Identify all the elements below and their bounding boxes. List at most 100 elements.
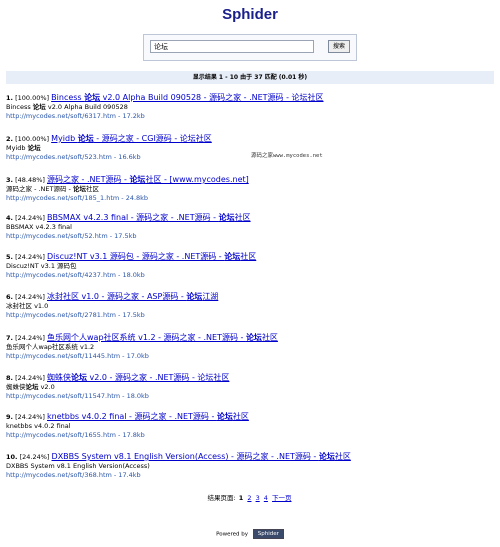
result-header: 1. [100.00%] Bincess 论坛 v2.0 Alpha Build… bbox=[6, 93, 494, 103]
result-item: 3. [48.48%] 源码之家 - .NET源码 - 论坛社区 - [www.… bbox=[6, 175, 494, 203]
result-number: 3. bbox=[6, 176, 13, 184]
result-title-text: DXBBS System v8.1 English Version(Access… bbox=[51, 452, 319, 461]
result-header: 10. [24.24%] DXBBS System v8.1 English V… bbox=[6, 452, 494, 462]
result-item: 6. [24.24%] 冰封社区 v1.0 - 源码之家 - ASP源码 - 论… bbox=[6, 292, 494, 320]
result-description: Myidb 论坛 bbox=[6, 144, 494, 153]
pagination-next-link[interactable]: 下一页 bbox=[272, 494, 292, 502]
pagination-page-2[interactable]: 2 bbox=[247, 494, 251, 502]
result-title-suffix: 社区 - [www.mycodes.net] bbox=[145, 175, 249, 184]
result-desc-text: Myidb bbox=[6, 144, 28, 152]
result-title-link[interactable]: knetbbs v4.0.2 final - 源码之家 - .NET源码 - 论… bbox=[47, 412, 249, 421]
result-description: Discuz!NT v3.1 源码包 bbox=[6, 262, 494, 271]
result-title-text: Myidb bbox=[51, 134, 78, 143]
result-description: 冰封社区 v1.0 bbox=[6, 302, 494, 311]
result-header: 8. [24.24%] 蜘蛛侠论坛 v2.0 - 源码之家 - .NET源码 -… bbox=[6, 373, 494, 383]
result-title-suffix: 江湖 bbox=[202, 292, 219, 301]
result-header: 7. [24.24%] 鱼乐网个人wap社区系统 v1.2 - 源码之家 - .… bbox=[6, 333, 494, 343]
result-number: 4. bbox=[6, 214, 13, 222]
result-url: http://mycodes.net/soft/368.htm - 17.4kb bbox=[6, 471, 141, 479]
result-title-link[interactable]: DXBBS System v8.1 English Version(Access… bbox=[52, 452, 351, 461]
pagination-label: 结果页面: bbox=[207, 494, 236, 502]
result-title-keyword: 论坛 bbox=[84, 93, 101, 102]
result-desc-text: 冰封社区 v1.0 bbox=[6, 302, 49, 310]
result-url: http://mycodes.net/soft/2781.htm - 17.5k… bbox=[6, 311, 145, 319]
result-title-keyword: 论坛 bbox=[129, 175, 146, 184]
result-title-link[interactable]: 源码之家 - .NET源码 - 论坛社区 - [www.mycodes.net] bbox=[47, 175, 249, 184]
result-description: knetbbs v4.0.2 final bbox=[6, 422, 494, 431]
result-item: 10. [24.24%] DXBBS System v8.1 English V… bbox=[6, 452, 494, 480]
result-item: 8. [24.24%] 蜘蛛侠论坛 v2.0 - 源码之家 - .NET源码 -… bbox=[6, 373, 494, 401]
result-item: 1. [100.00%] Bincess 论坛 v2.0 Alpha Build… bbox=[6, 93, 494, 121]
pagination-page-3[interactable]: 3 bbox=[256, 494, 260, 502]
result-title-suffix: 社区 bbox=[234, 213, 251, 222]
result-description: DXBBS System v8.1 English Version(Access… bbox=[6, 462, 494, 471]
search-form: 论坛 搜索 bbox=[143, 34, 357, 61]
result-number: 10. bbox=[6, 453, 18, 461]
footer: Powered by Sphider bbox=[0, 529, 500, 539]
result-title-link[interactable]: 冰封社区 v1.0 - 源码之家 - ASP源码 - 论坛江湖 bbox=[47, 292, 218, 301]
result-url: http://mycodes.net/soft/6317.htm - 17.2k… bbox=[6, 112, 145, 120]
result-title-text: Discuz!NT v3.1 源码包 - 源码之家 - .NET源码 - bbox=[47, 252, 225, 261]
result-item: 2. [100.00%] Myidb 论坛 - 源码之家 - CGI源码 - 论… bbox=[6, 134, 494, 162]
result-desc-text: BBSMAX v4.2.3 final bbox=[6, 223, 72, 231]
result-title-keyword: 论坛 bbox=[318, 452, 335, 461]
result-desc-keyword: 论坛 bbox=[27, 144, 41, 152]
sphider-logo[interactable]: Sphider bbox=[252, 529, 284, 539]
result-title-text: 蜘蛛侠 bbox=[47, 373, 72, 382]
result-title-text: Bincess bbox=[51, 93, 85, 102]
result-title-keyword: 论坛 bbox=[186, 292, 203, 301]
result-number: 5. bbox=[6, 253, 13, 261]
result-title-link[interactable]: 蜘蛛侠论坛 v2.0 - 源码之家 - .NET源码 - 论坛社区 bbox=[47, 373, 229, 382]
search-button[interactable]: 搜索 bbox=[328, 40, 350, 53]
result-description: 蜘蛛侠论坛 v2.0 bbox=[6, 383, 494, 392]
result-relevance: [100.00%] bbox=[15, 135, 50, 143]
result-relevance: [24.24%] bbox=[15, 253, 45, 261]
result-title-link[interactable]: BBSMAX v4.2.3 final - 源码之家 - .NET源码 - 论坛… bbox=[47, 213, 251, 222]
result-number: 7. bbox=[6, 334, 13, 342]
result-desc-suffix: v2.0 bbox=[38, 383, 55, 391]
result-header: 6. [24.24%] 冰封社区 v1.0 - 源码之家 - ASP源码 - 论… bbox=[6, 292, 494, 302]
result-number: 9. bbox=[6, 413, 13, 421]
result-relevance: [24.24%] bbox=[15, 334, 45, 342]
result-desc-text: knetbbs v4.0.2 final bbox=[6, 422, 71, 430]
result-title-suffix: 社区 bbox=[240, 252, 257, 261]
result-desc-suffix: v2.0 Alpha Build 090528 bbox=[45, 103, 128, 111]
result-header: 9. [24.24%] knetbbs v4.0.2 final - 源码之家 … bbox=[6, 412, 494, 422]
result-number: 2. bbox=[6, 135, 13, 143]
result-header: 5. [24.24%] Discuz!NT v3.1 源码包 - 源码之家 - … bbox=[6, 252, 494, 262]
result-item: 7. [24.24%] 鱼乐网个人wap社区系统 v1.2 - 源码之家 - .… bbox=[6, 333, 494, 361]
watermark-text: 源码之家www.mycodes.net bbox=[251, 153, 323, 159]
result-url: http://mycodes.net/soft/11445.htm - 17.0… bbox=[6, 352, 149, 360]
result-relevance: [24.24%] bbox=[15, 293, 45, 301]
result-url: http://mycodes.net/soft/523.htm - 16.6kb bbox=[6, 153, 141, 161]
result-title-text: 鱼乐网个人wap社区系统 v1.2 - 源码之家 - .NET源码 - bbox=[47, 333, 246, 342]
result-title-keyword: 论坛 bbox=[245, 333, 262, 342]
result-title-suffix: 社区 bbox=[261, 333, 278, 342]
result-url: http://mycodes.net/soft/4237.htm - 18.0k… bbox=[6, 271, 145, 279]
pagination: 结果页面: 1 2 3 4 下一页 bbox=[0, 492, 500, 502]
result-title-keyword: 论坛 bbox=[216, 412, 233, 421]
result-description: Bincess 论坛 v2.0 Alpha Build 090528 bbox=[6, 103, 494, 112]
result-header: 2. [100.00%] Myidb 论坛 - 源码之家 - CGI源码 - 论… bbox=[6, 134, 494, 144]
result-title-suffix: 社区 bbox=[334, 452, 351, 461]
result-number: 8. bbox=[6, 374, 13, 382]
result-title-link[interactable]: Myidb 论坛 - 源码之家 - CGI源码 - 论坛社区 bbox=[51, 134, 212, 143]
result-relevance: [24.24%] bbox=[15, 413, 45, 421]
result-title-text: BBSMAX v4.2.3 final - 源码之家 - .NET源码 - bbox=[47, 213, 219, 222]
result-title-link[interactable]: Bincess 论坛 v2.0 Alpha Build 090528 - 源码之… bbox=[51, 93, 323, 102]
result-desc-text: 蜘蛛侠 bbox=[6, 383, 26, 391]
search-input[interactable]: 论坛 bbox=[150, 40, 314, 53]
result-url: http://mycodes.net/soft/185_1.htm - 24.8… bbox=[6, 194, 149, 202]
result-description: BBSMAX v4.2.3 final bbox=[6, 223, 494, 232]
result-title-keyword: 论坛 bbox=[77, 134, 94, 143]
pagination-current-page: 1 bbox=[238, 494, 244, 502]
result-title-keyword: 论坛 bbox=[218, 213, 235, 222]
result-description: 源码之家 - .NET源码 - 论坛社区 bbox=[6, 185, 494, 194]
result-title-link[interactable]: Discuz!NT v3.1 源码包 - 源码之家 - .NET源码 - 论坛社… bbox=[47, 252, 256, 261]
result-title-text: 源码之家 - .NET源码 - bbox=[47, 175, 130, 184]
pagination-page-4[interactable]: 4 bbox=[264, 494, 268, 502]
result-desc-text: 源码之家 - .NET源码 - bbox=[6, 185, 73, 193]
result-title-link[interactable]: 鱼乐网个人wap社区系统 v1.2 - 源码之家 - .NET源码 - 论坛社区 bbox=[47, 333, 278, 342]
result-relevance: [24.24%] bbox=[15, 374, 45, 382]
result-url: http://mycodes.net/soft/11547.htm - 18.0… bbox=[6, 392, 149, 400]
